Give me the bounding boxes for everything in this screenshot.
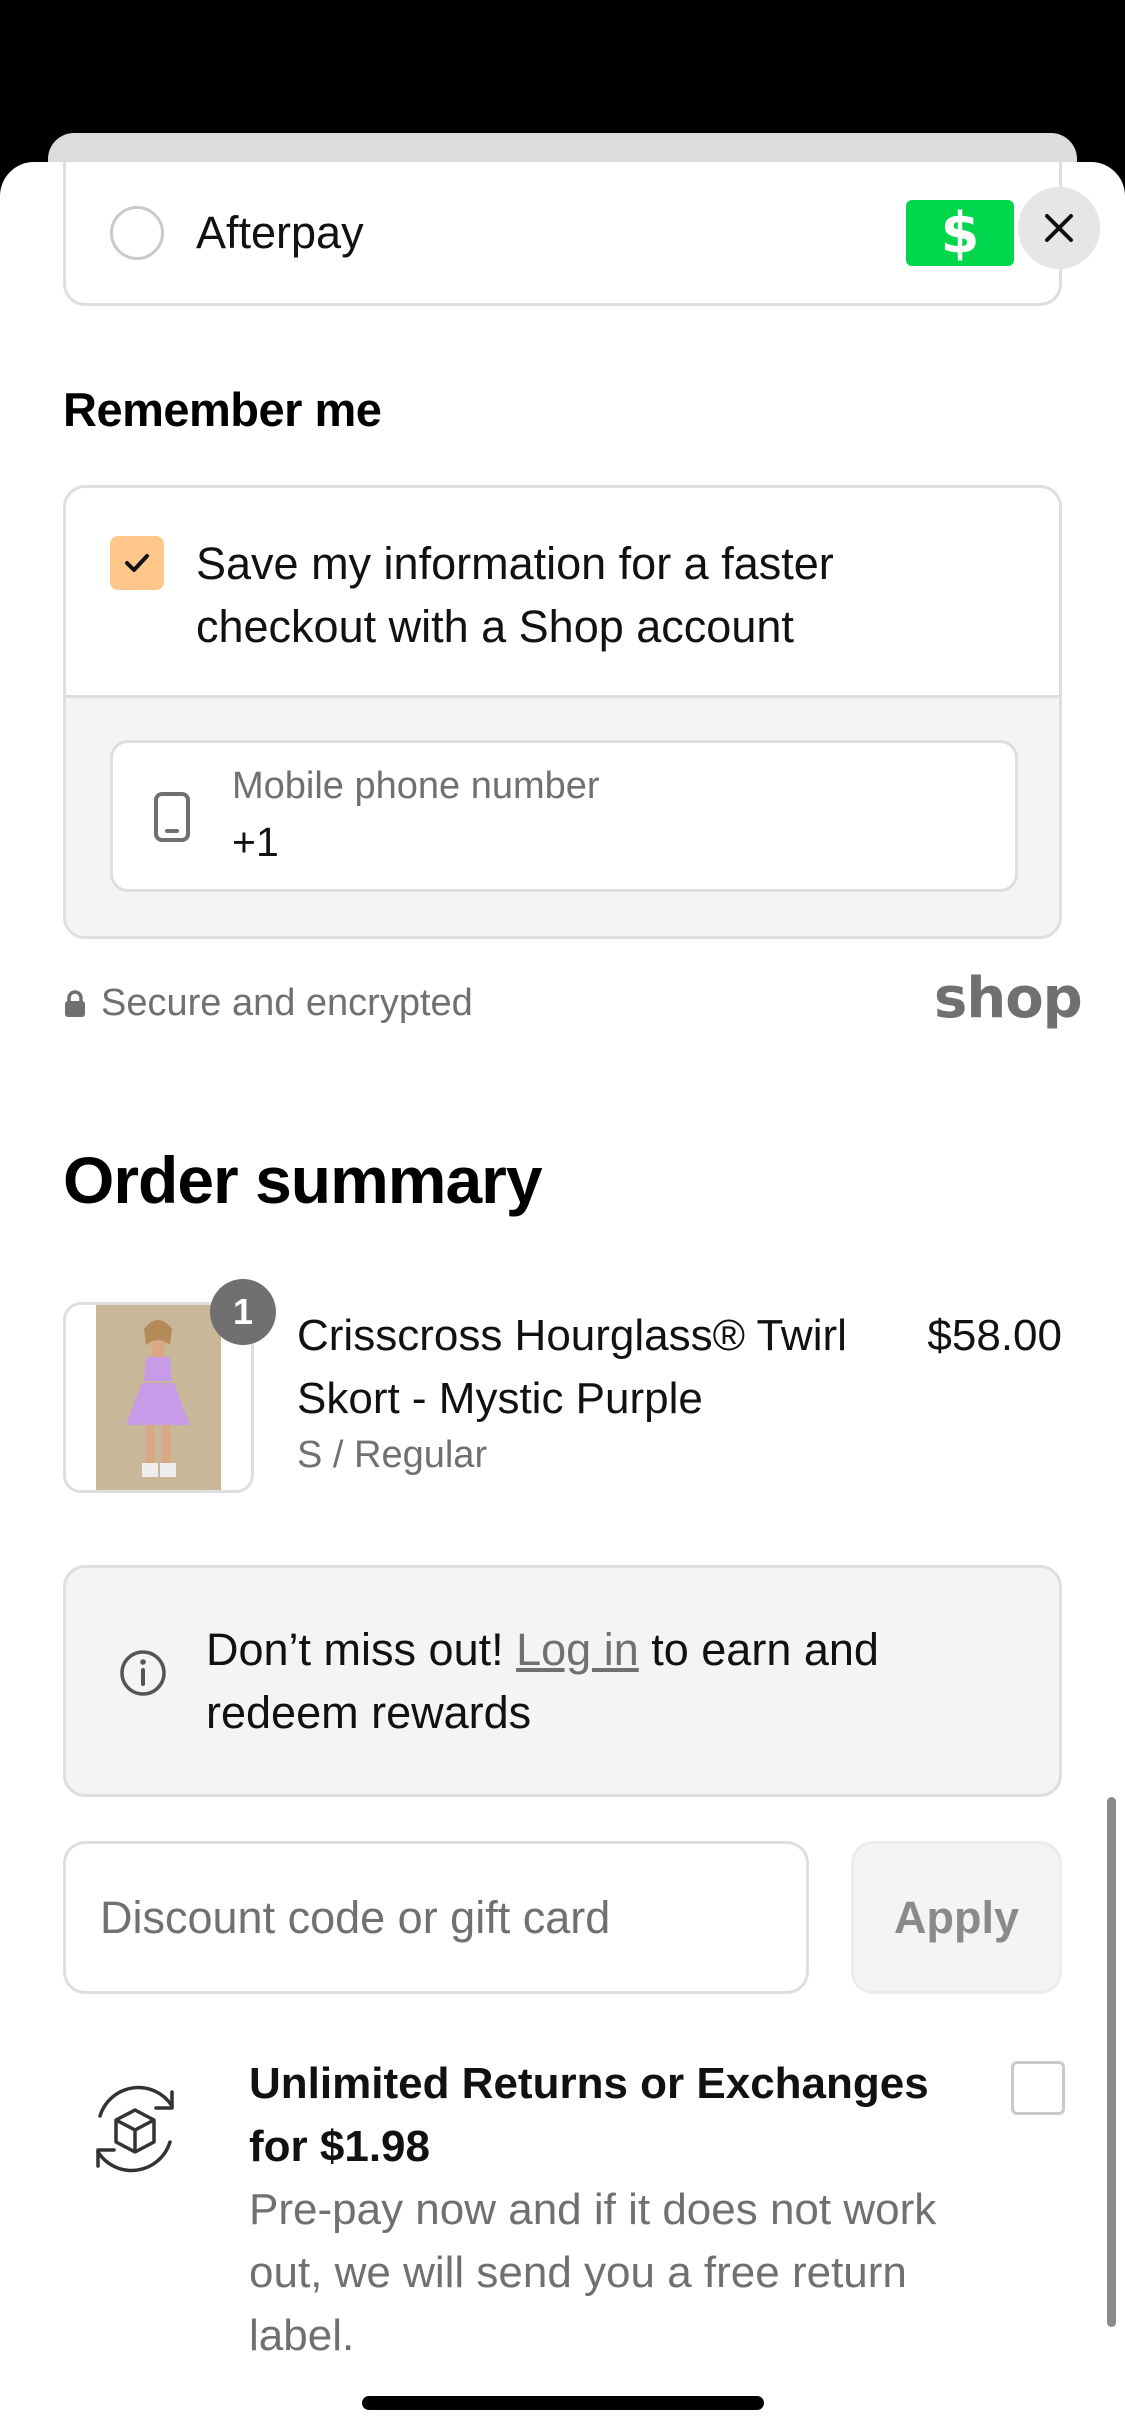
save-info-checkbox[interactable] <box>110 536 164 590</box>
return-package-icon <box>96 2085 174 2173</box>
secure-notice: Secure and encrypted <box>63 982 473 1025</box>
remember-me-heading: Remember me <box>63 383 382 436</box>
info-icon <box>120 1650 166 1696</box>
close-button[interactable] <box>1018 187 1100 269</box>
home-indicator <box>362 2396 764 2410</box>
apply-button[interactable]: Apply <box>851 1841 1062 1994</box>
save-info-label: Save my information for a faster checkou… <box>196 538 834 652</box>
phone-value[interactable]: +1 <box>232 819 279 866</box>
save-info-row[interactable]: Save my information for a faster checkou… <box>66 488 1059 698</box>
checkmark-icon <box>125 554 149 572</box>
quantity-badge: 1 <box>210 1279 276 1345</box>
phone-placeholder: Mobile phone number <box>232 765 600 807</box>
rewards-notice-text: Don’t miss out! Log in to earn and redee… <box>206 1618 1006 1744</box>
rewards-notice-prefix: Don’t miss out! <box>206 1624 504 1675</box>
cash-app-symbol: $ <box>940 200 980 266</box>
rewards-notice: Don’t miss out! Log in to earn and redee… <box>63 1565 1062 1797</box>
discount-placeholder: Discount code or gift card <box>100 1892 611 1943</box>
remember-me-panel: Save my information for a faster checkou… <box>63 485 1062 939</box>
scrollbar[interactable] <box>1107 1797 1116 2327</box>
phone-section: Mobile phone number +1 <box>66 698 1059 936</box>
payment-option-afterpay[interactable]: Afterpay $ <box>63 162 1062 306</box>
returns-title: Unlimited Returns or Exchanges for $1.98 <box>249 2059 929 2171</box>
lock-icon <box>65 989 85 1017</box>
order-summary-heading: Order summary <box>63 1143 543 1217</box>
log-in-link[interactable]: Log in <box>516 1624 639 1675</box>
mobile-phone-field[interactable]: Mobile phone number +1 <box>110 740 1018 892</box>
returns-checkbox[interactable] <box>1011 2061 1065 2115</box>
returns-description: Pre-pay now and if it does not work out,… <box>249 2185 937 2360</box>
product-variant: S / Regular <box>297 1434 488 1476</box>
afterpay-label: Afterpay <box>196 207 364 258</box>
close-icon <box>1045 214 1073 242</box>
mobile-phone-icon <box>154 792 190 842</box>
secure-text: Secure and encrypted <box>101 982 473 1024</box>
checkout-sheet: Afterpay $ Remember me Save my informati… <box>0 162 1125 2436</box>
cash-app-badge: $ <box>906 200 1014 266</box>
product-name: Crisscross Hourglass® Twirl Skort - Myst… <box>297 1311 847 1423</box>
discount-code-input[interactable]: Discount code or gift card <box>63 1841 809 1994</box>
afterpay-radio[interactable] <box>110 206 164 260</box>
shop-logo: shop <box>934 966 1083 1031</box>
product-price: $58.00 <box>927 1311 1062 1360</box>
